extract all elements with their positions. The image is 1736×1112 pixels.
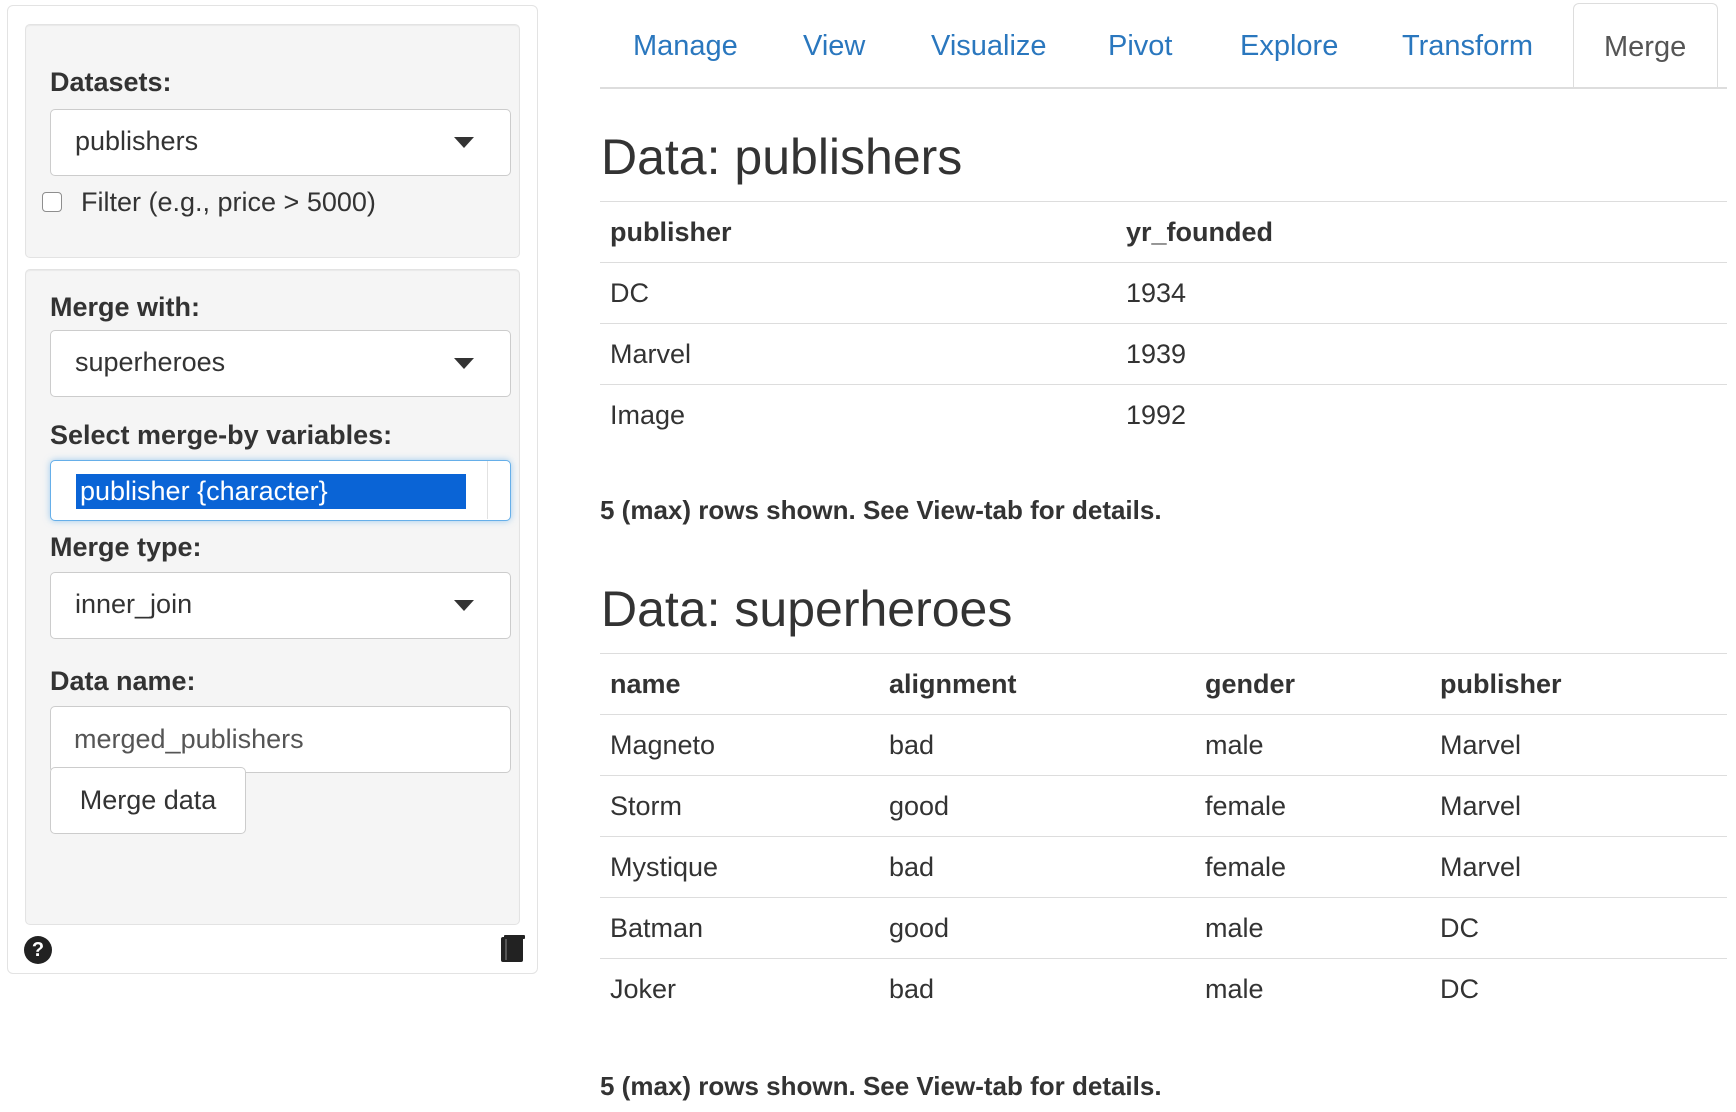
help-icon[interactable]: ? (24, 936, 52, 964)
table-cell: Marvel (1430, 836, 1727, 898)
data-name-label: Data name: (50, 666, 196, 696)
table-cell: Marvel (600, 323, 1116, 385)
tab-pivot[interactable]: Pivot (1108, 30, 1172, 63)
table-cell: good (879, 775, 1195, 837)
merge-data-button[interactable]: Merge data (50, 767, 246, 834)
table-row: Joker bad male DC (600, 958, 1727, 1020)
table-row: Image 1992 (600, 384, 1727, 446)
tab-explore[interactable]: Explore (1240, 30, 1338, 63)
filter-checkbox-row[interactable]: Filter (e.g., price > 5000) (42, 184, 376, 220)
chevron-down-icon (454, 600, 474, 611)
table-cell: bad (879, 836, 1195, 898)
tab-merge[interactable]: Merge (1573, 3, 1718, 89)
table-cell: DC (1430, 897, 1727, 959)
table-row: Marvel 1939 (600, 323, 1727, 385)
table-cell: Marvel (1430, 714, 1727, 776)
tab-merge-label: Merge (1604, 31, 1687, 63)
table-cell: male (1195, 897, 1430, 959)
superheroes-heading: Data: superheroes (601, 581, 1013, 637)
table-cell: 1939 (1116, 323, 1727, 385)
dataset-well: Datasets: publishers Filter (e.g., price… (25, 24, 520, 258)
merge-type-label: Merge type: (50, 532, 202, 562)
merge-with-label: Merge with: (50, 292, 201, 322)
merge-type-select-value: inner_join (75, 589, 193, 619)
table-cell: Batman (600, 897, 879, 959)
filter-checkbox-label: Filter (e.g., price > 5000) (81, 186, 376, 217)
merge-well: Merge with: superheroes Select merge-by … (25, 269, 520, 925)
table-cell: Magneto (600, 714, 879, 776)
datasets-label: Datasets: (50, 67, 172, 97)
table-cell: Mystique (600, 836, 879, 898)
tab-manage[interactable]: Manage (633, 30, 738, 63)
table-cell: male (1195, 714, 1430, 776)
column-header: yr_founded (1116, 201, 1727, 263)
data-name-input[interactable] (50, 706, 511, 773)
merge-with-select[interactable]: superheroes (50, 330, 511, 397)
column-header: publisher (600, 201, 1116, 263)
superheroes-rows-note: 5 (max) rows shown. See View-tab for det… (600, 1071, 1162, 1101)
table-row: Storm good female Marvel (600, 775, 1727, 837)
table-cell: male (1195, 958, 1430, 1020)
table-cell: Storm (600, 775, 879, 837)
merge-with-select-value: superheroes (75, 347, 226, 377)
filter-checkbox[interactable] (42, 192, 62, 212)
table-cell: bad (879, 714, 1195, 776)
tab-visualize[interactable]: Visualize (931, 30, 1047, 63)
sidebar-panel: Datasets: publishers Filter (e.g., price… (7, 5, 538, 974)
column-header: name (600, 653, 879, 715)
table-cell: DC (1430, 958, 1727, 1020)
table-cell: bad (879, 958, 1195, 1020)
merge-by-label: Select merge-by variables: (50, 420, 393, 450)
merge-by-option-publisher[interactable]: publisher {character} (76, 474, 466, 509)
table-cell: female (1195, 775, 1430, 837)
table-cell: female (1195, 836, 1430, 898)
listbox-scrollbar[interactable] (487, 461, 510, 519)
column-header: publisher (1430, 653, 1727, 715)
table-cell: 1934 (1116, 262, 1727, 324)
table-cell: Marvel (1430, 775, 1727, 837)
publishers-rows-note: 5 (max) rows shown. See View-tab for det… (600, 495, 1162, 525)
table-cell: good (879, 897, 1195, 959)
table-cell: Joker (600, 958, 879, 1020)
tab-transform[interactable]: Transform (1402, 30, 1533, 63)
table-cell: 1992 (1116, 384, 1727, 446)
table-header-row: name alignment gender publisher (600, 653, 1727, 715)
superheroes-table: name alignment gender publisher Magneto … (600, 653, 1727, 1020)
publishers-heading: Data: publishers (601, 129, 963, 185)
merge-type-select[interactable]: inner_join (50, 572, 511, 639)
table-row: Magneto bad male Marvel (600, 714, 1727, 776)
table-row: DC 1934 (600, 262, 1727, 324)
column-header: alignment (879, 653, 1195, 715)
book-icon[interactable] (498, 934, 528, 964)
chevron-down-icon (454, 358, 474, 369)
tab-view[interactable]: View (803, 30, 865, 63)
column-header: gender (1195, 653, 1430, 715)
datasets-select[interactable]: publishers (50, 109, 511, 176)
merge-by-listbox[interactable]: publisher {character} (50, 460, 511, 521)
table-cell: Image (600, 384, 1116, 446)
table-cell: DC (600, 262, 1116, 324)
chevron-down-icon (454, 137, 474, 148)
publishers-table: publisher yr_founded DC 1934 Marvel 1939… (600, 201, 1727, 446)
datasets-select-value: publishers (75, 126, 199, 156)
table-header-row: publisher yr_founded (600, 201, 1727, 263)
tab-divider (600, 87, 1727, 89)
tab-bar: Manage View Visualize Pivot Explore Tran… (600, 3, 1736, 89)
table-row: Batman good male DC (600, 897, 1727, 959)
app-page: Datasets: publishers Filter (e.g., price… (0, 0, 1736, 1112)
table-row: Mystique bad female Marvel (600, 836, 1727, 898)
